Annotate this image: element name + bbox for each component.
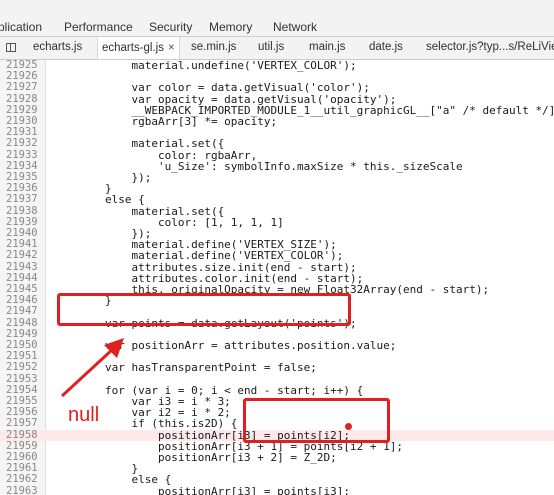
annotation-label: null — [68, 404, 100, 426]
